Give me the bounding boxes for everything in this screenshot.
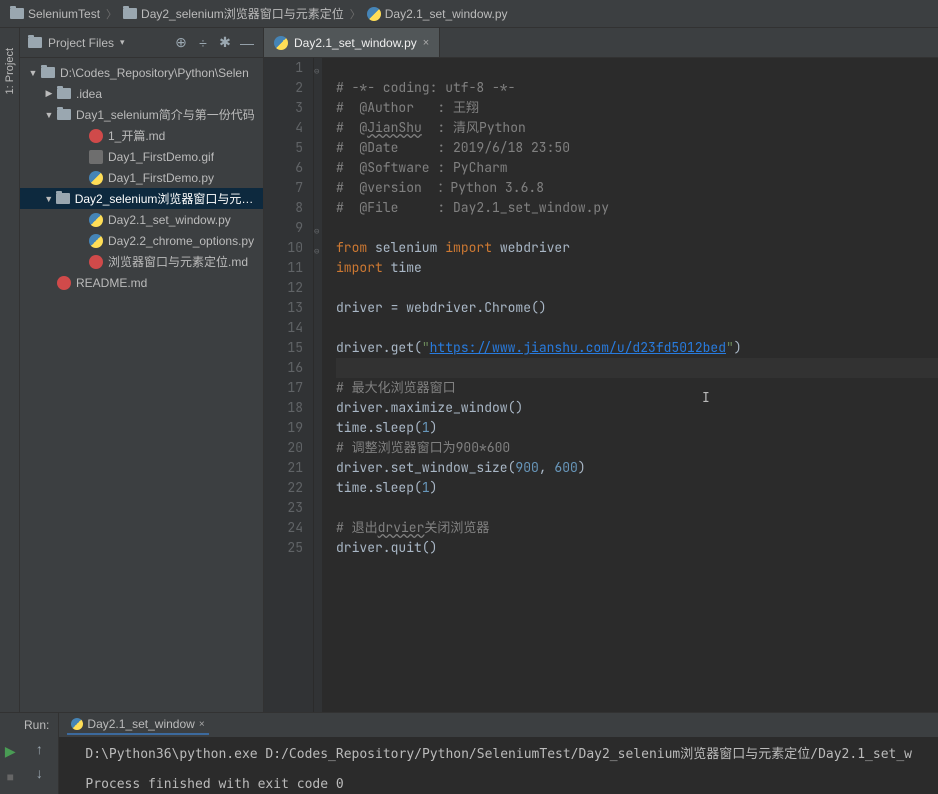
tree-label: README.md [76,276,147,290]
tree-label: Day2.2_chrome_options.py [108,234,254,248]
close-icon[interactable]: × [423,37,429,49]
tree-file[interactable]: Day1_FirstDemo.py [20,167,263,188]
editor-body[interactable]: 1234567891011121314151617181920212223242… [264,58,938,712]
breadcrumb-folder-label: Day2_selenium浏览器窗口与元素定位 [141,5,344,22]
settings-icon[interactable]: ✱ [217,35,233,51]
python-icon [367,7,381,21]
tree-label: .idea [76,87,102,101]
breadcrumb-root-label: SeleniumTest [28,7,100,21]
breadcrumb: SeleniumTest 〉 Day2_selenium浏览器窗口与元素定位 〉… [0,0,938,28]
tree-file[interactable]: 浏览器窗口与元素定位.md [20,251,263,272]
tree-file[interactable]: Day2.2_chrome_options.py [20,230,263,251]
run-tabs: Run: Day2.1_set_window × [59,713,938,737]
down-icon[interactable]: ↓ [36,765,43,781]
editor-tabbar: Day2.1_set_window.py × [264,28,938,58]
run-toolbar: ▶ ■ [0,713,20,794]
python-icon [274,36,288,50]
project-title: Project Files [48,36,114,50]
editor-tab[interactable]: Day2.1_set_window.py × [264,28,440,57]
breadcrumb-root[interactable]: SeleniumTest [10,7,100,21]
text-cursor-icon: I [702,388,710,408]
project-header: Project Files ▾ ⊕ ÷ ✱ — [20,28,263,58]
project-panel: Project Files ▾ ⊕ ÷ ✱ — ▼D:\Codes_Reposi… [20,28,264,712]
side-tool-project[interactable]: 1: Project [0,28,20,712]
python-icon [89,171,103,185]
tree-folder-day1[interactable]: ▼Day1_selenium简介与第一份代码 [20,104,263,125]
console-output[interactable]: D:\Python36\python.exe D:/Codes_Reposito… [59,737,938,794]
tree-file[interactable]: Day2.1_set_window.py [20,209,263,230]
python-icon [71,718,83,730]
stop-icon[interactable]: ■ [7,770,14,784]
folder-icon [57,109,71,120]
tree-label: 1_开篇.md [108,127,165,144]
tree-file[interactable]: 1_开篇.md [20,125,263,146]
folder-icon [10,8,24,19]
chevron-down-icon: ▾ [120,37,125,48]
editor-area: Day2.1_set_window.py × 12345678910111213… [264,28,938,712]
tree-label: D:\Codes_Repository\Python\Selen [60,66,249,80]
tree-label: Day2.1_set_window.py [108,213,231,227]
folder-icon [28,37,42,48]
tree-file-readme[interactable]: README.md [20,272,263,293]
chevron-right-icon: 〉 [350,6,361,22]
run-label: Run: [24,718,49,732]
code-content[interactable]: # -*- coding: utf-8 -*- # @Author : 王翔 #… [322,58,938,712]
chevron-right-icon: 〉 [106,6,117,22]
line-gutter: 1234567891011121314151617181920212223242… [264,58,314,712]
folder-icon [57,88,71,99]
tree-file[interactable]: Day1_FirstDemo.gif [20,146,263,167]
tree-folder-idea[interactable]: ▶.idea [20,83,263,104]
tree-label: Day1_FirstDemo.gif [108,150,214,164]
folder-icon [56,193,70,204]
project-view-selector[interactable]: Project Files ▾ [28,36,167,50]
markdown-icon [89,255,103,269]
locate-icon[interactable]: ⊕ [173,35,189,51]
tree-root[interactable]: ▼D:\Codes_Repository\Python\Selen [20,62,263,83]
side-tool-label: 1: Project [4,48,16,94]
play-icon[interactable]: ▶ [5,743,16,760]
markdown-icon [89,129,103,143]
close-icon[interactable]: × [199,719,205,730]
python-icon [89,234,103,248]
breadcrumb-folder[interactable]: Day2_selenium浏览器窗口与元素定位 [123,5,344,22]
collapse-icon[interactable]: ÷ [195,35,211,51]
tree-folder-day2[interactable]: ▼Day2_selenium浏览器窗口与元素定 [20,188,263,209]
folder-icon [123,8,137,19]
tree-label: Day1_selenium简介与第一份代码 [76,106,255,123]
python-icon [89,213,103,227]
fold-column: ⊖⊖⊖ [314,58,322,712]
tree-label: Day2_selenium浏览器窗口与元素定 [75,190,257,207]
breadcrumb-file[interactable]: Day2.1_set_window.py [367,7,508,21]
run-panel: ▶ ■ ↑ ↓ Run: Day2.1_set_window × D:\Pyth… [0,712,938,794]
run-tab-label: Day2.1_set_window [87,717,194,731]
tree-label: 浏览器窗口与元素定位.md [108,253,248,270]
project-tree[interactable]: ▼D:\Codes_Repository\Python\Selen ▶.idea… [20,58,263,712]
folder-icon [41,67,55,78]
markdown-icon [57,276,71,290]
hide-icon[interactable]: — [239,35,255,51]
tree-label: Day1_FirstDemo.py [108,171,214,185]
breadcrumb-file-label: Day2.1_set_window.py [385,7,508,21]
run-tab[interactable]: Day2.1_set_window × [67,715,208,735]
tab-label: Day2.1_set_window.py [294,36,417,50]
image-icon [89,150,103,164]
up-icon[interactable]: ↑ [36,741,43,757]
